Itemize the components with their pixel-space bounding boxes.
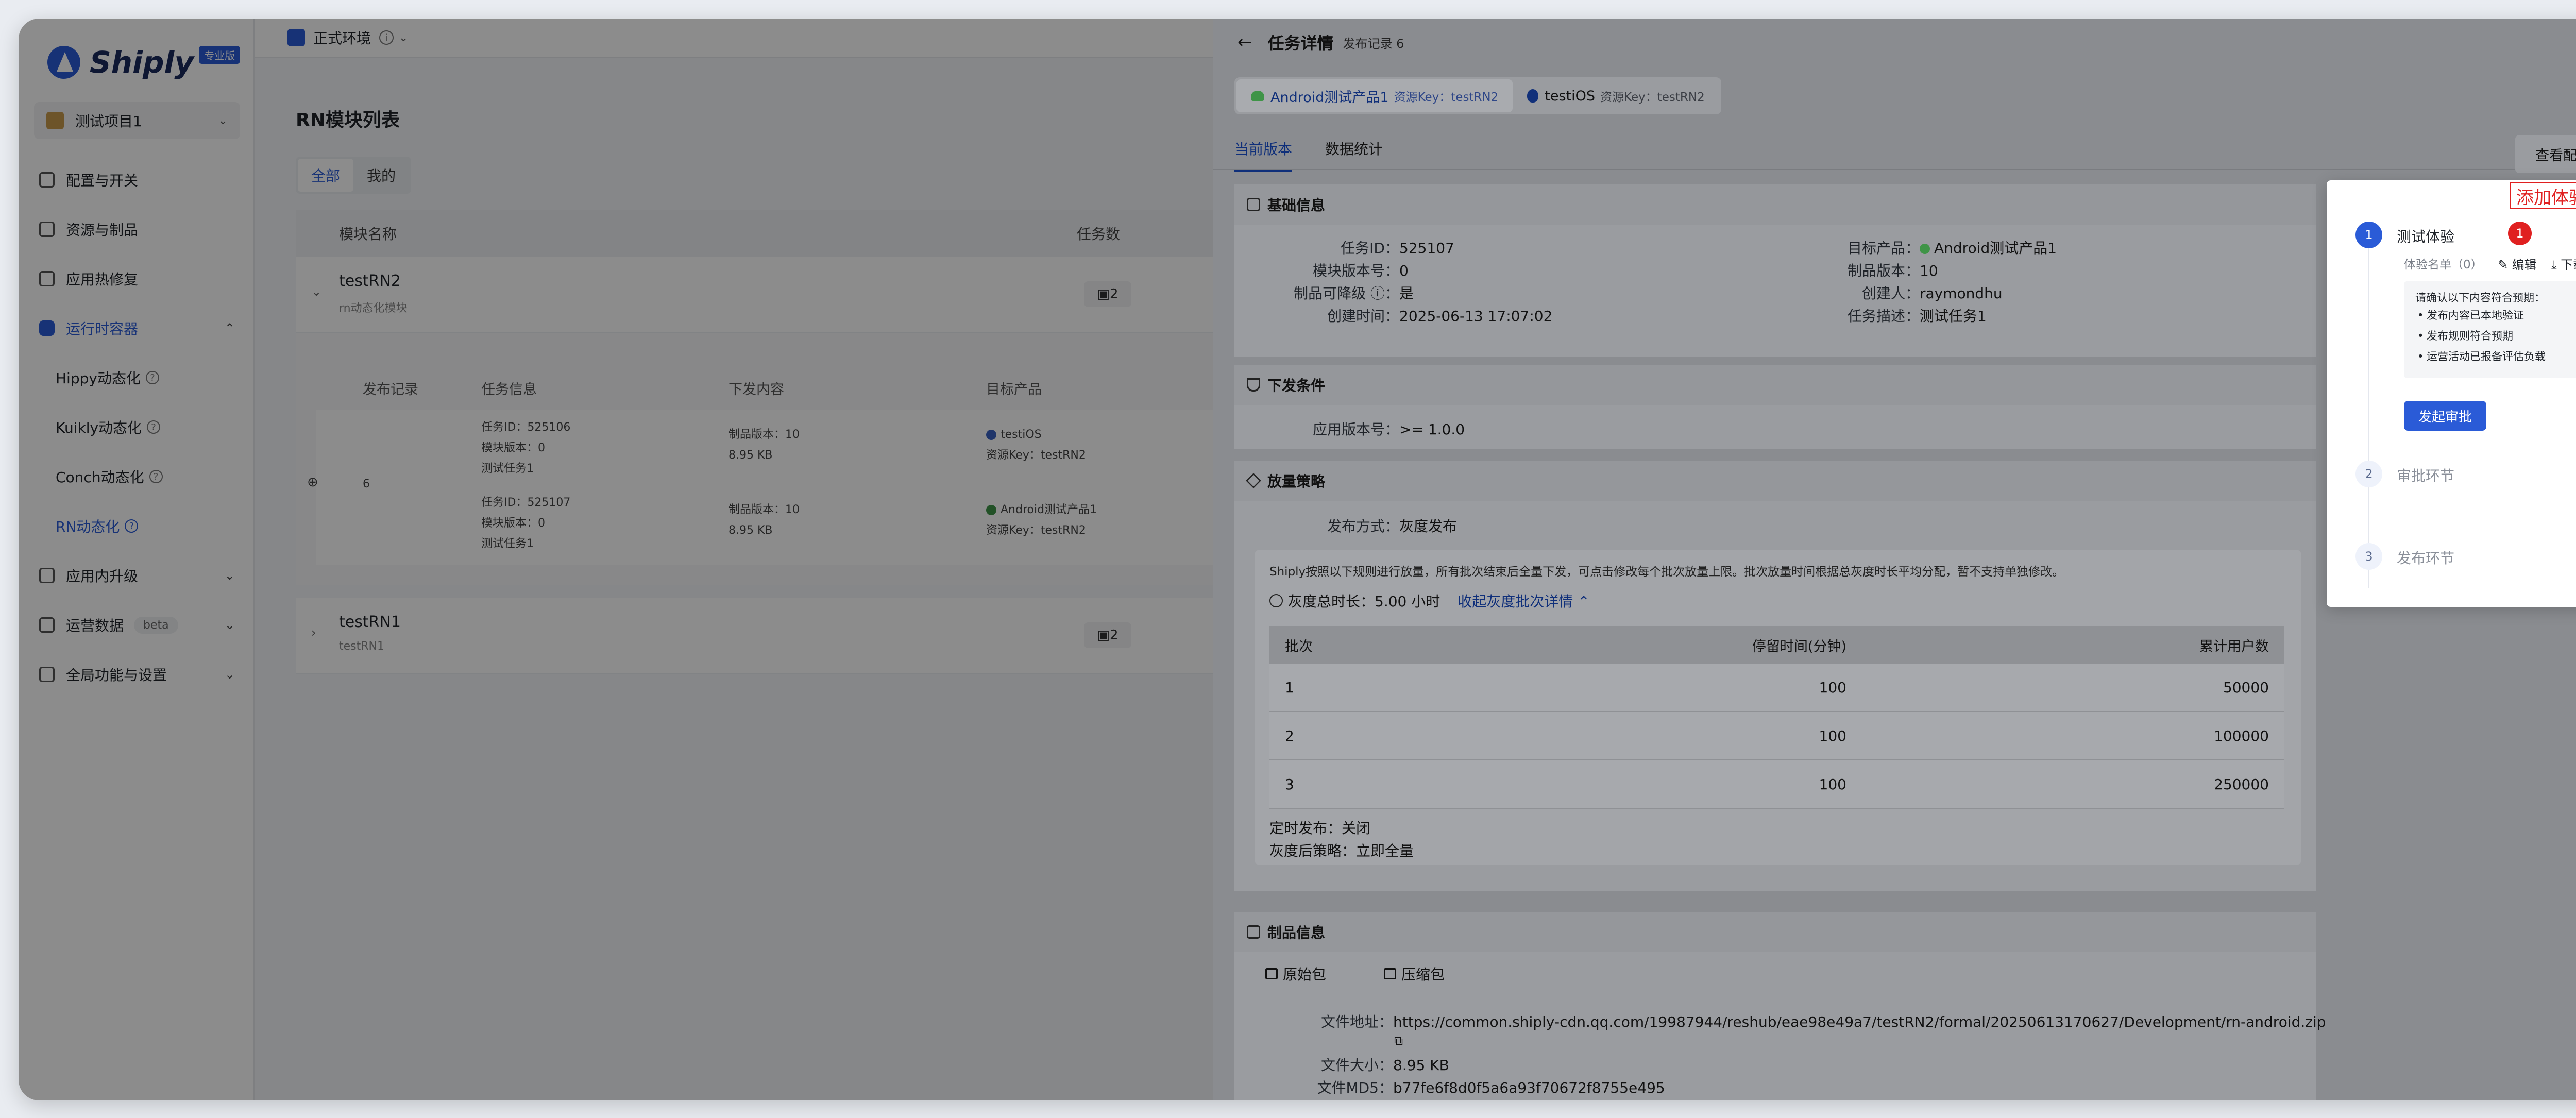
back-arrow-icon[interactable]: ← (1238, 32, 1252, 53)
kv-created-at: 创建时间：2025-06-13 17:07:02 (1327, 308, 1553, 325)
resource-key: 资源Key：testRN2 (1394, 91, 1499, 104)
kv-file-url: 文件地址：https://common.shiply-cdn.qq.com/19… (1320, 1013, 2326, 1030)
edit-button[interactable]: ✎ 编辑 (2498, 255, 2537, 273)
gray-rule-note: Shiply按照以下规则进行放量，所有批次结束后全量下发，可点击修改每个批次放量… (1269, 565, 2064, 579)
android-icon (1920, 244, 1930, 254)
kv-module-version: 模块版本号：0 (1312, 262, 1409, 279)
kv-app-version: 应用版本号：>= 1.0.0 (1312, 421, 1465, 438)
artifact-section: 制品信息 原始包 压缩包 文件地址：https://common.shiply-… (1234, 912, 2326, 1100)
precheck-title: 请确认以下内容符合预期： (2415, 292, 2545, 304)
package-tabs: 原始包 压缩包 (1265, 963, 1502, 984)
batch-table: 批次 停留时间(分钟) 累计用户数 1 100 50000 2 100 1000… (1269, 626, 2284, 809)
divider (1213, 169, 2576, 170)
app-window: Shiply 专业版 测试项目1 ⌄ 配置与开关 资源与制品 应用热修复 运行时… (19, 19, 2576, 1100)
annotation-label: 添加体验名单 (2510, 182, 2576, 209)
overlay-mask[interactable] (19, 19, 1213, 1100)
precheck-list: 请确认以下内容符合预期： 发布内容已本地验证 发布规则符合预期 运营活动已报备评… (2404, 281, 2576, 378)
step-number: 3 (2355, 543, 2382, 570)
clock-icon (1269, 594, 1283, 607)
after-gray-policy: 灰度后策略：立即全量 (1269, 842, 1414, 859)
kv-creator: 创建人：raymondhu (1861, 285, 2003, 302)
gray-rule-box: Shiply按照以下规则进行放量，所有批次结束后全量下发，可点击修改每个批次放量… (1255, 550, 2301, 865)
filter-icon (1247, 378, 1260, 392)
tab-statistics[interactable]: 数据统计 (1325, 138, 1383, 172)
step-release: 3 发布环节 (2355, 543, 2454, 570)
kv-artifact-version: 制品版本：10 (1847, 262, 1938, 279)
section-header: 放量策略 (1234, 461, 2316, 501)
section-header: 下发条件 (1234, 365, 2316, 405)
kv-downgradable: 制品可降级 ⓘ：是 (1294, 285, 1414, 302)
column-header-users: 累计用户数 (2199, 638, 2269, 655)
folder-icon (1265, 968, 1278, 979)
tab-current-version[interactable]: 当前版本 (1234, 138, 1293, 172)
android-icon (1251, 91, 1264, 101)
view-tabs: 当前版本 数据统计 (1234, 138, 1416, 172)
tab-ios-product[interactable]: testiOS 资源Key：testRN2 (1513, 79, 1719, 112)
view-config-button[interactable]: 查看配置信息 (2515, 135, 2576, 173)
strategy-section: 放量策略 发布方式：灰度发布 Shiply按照以下规则进行放量，所有批次结束后全… (1234, 461, 2316, 891)
collapse-batches-link[interactable]: 收起灰度批次详情 ⌃ (1458, 590, 1589, 611)
basic-info-section: 基础信息 任务ID：525107 模块版本号：0 制品可降级 ⓘ：是 创建时间：… (1234, 184, 2316, 357)
resource-key: 资源Key：testRN2 (1600, 91, 1705, 104)
file-icon (1384, 968, 1397, 979)
info-card-icon (1247, 198, 1260, 211)
drawer-header: ← 任务详情 发布记录 6 (1213, 19, 2576, 66)
copy-icon[interactable]: ⧉ (1394, 1034, 1403, 1048)
section-header: 基础信息 (1234, 184, 2316, 225)
section-header: 制品信息 (1234, 912, 2316, 952)
gray-duration: 灰度总时长： 5.00 小时 收起灰度批次详情 ⌃ (1269, 590, 1590, 611)
tab-original-package[interactable]: 原始包 (1265, 963, 1355, 984)
kv-target-product: 目标产品： Android测试产品1 (1847, 240, 2057, 257)
apple-icon (1527, 89, 1539, 103)
column-header-batch: 批次 (1285, 638, 1313, 655)
product-name: testiOS (1545, 88, 1596, 104)
kv-task-desc: 任务描述：测试任务1 (1847, 308, 1987, 325)
step-label: 测试体验 (2397, 228, 2455, 245)
product-name: Android测试产品1 (1270, 89, 1389, 106)
batch-table-header: 批次 停留时间(分钟) 累计用户数 (1269, 626, 2284, 664)
release-flow-panel: 1 测试体验 1 体验名单（0） ✎ 编辑 ⤓ 下载 请确认以下内容符合预期： … (2327, 180, 2576, 607)
warning-icon (1246, 473, 1261, 488)
list-item: 发布规则符合预期 (2415, 326, 2576, 346)
experience-list-label: 体验名单（0） (2404, 258, 2483, 272)
table-row: 3 100 250000 (1269, 760, 2284, 809)
column-header-stay: 停留时间(分钟) (1752, 638, 1846, 655)
kv-task-id: 任务ID：525107 (1341, 240, 1454, 257)
record-label: 发布记录 6 (1343, 36, 1404, 51)
kv-release-method: 发布方式：灰度发布 (1327, 518, 1458, 535)
step-number: 2 (2355, 461, 2382, 487)
annotation-marker: 1 (2508, 222, 2532, 245)
tab-compressed-package[interactable]: 压缩包 (1384, 963, 1473, 984)
kv-file-size: 文件大小：8.95 KB (1320, 1057, 1449, 1074)
step-label: 发布环节 (2397, 550, 2455, 567)
list-item: 运营活动已报备评估负载 (2415, 346, 2576, 367)
condition-section: 下发条件 应用版本号：>= 1.0.0 (1234, 365, 2316, 449)
product-tabs: Android测试产品1 资源Key：testRN2 testiOS 资源Key… (1234, 77, 1721, 114)
step-test-experience: 1 测试体验 (2355, 222, 2454, 248)
file-icon (1247, 925, 1260, 939)
list-item: 发布内容已本地验证 (2415, 305, 2576, 326)
step-number: 1 (2355, 222, 2382, 248)
table-row: 2 100 100000 (1269, 712, 2284, 760)
step-approval: 2 审批环节 (2355, 461, 2454, 487)
timed-release: 定时发布：关闭 (1269, 820, 1371, 837)
step-connector (2368, 248, 2369, 588)
step-label: 审批环节 (2397, 467, 2455, 484)
table-row: 1 100 50000 (1269, 664, 2284, 712)
start-approval-button[interactable]: 发起审批 (2404, 401, 2486, 431)
drawer-title: 任务详情 (1267, 33, 1334, 53)
download-button[interactable]: ⤓ 下载 (2551, 255, 2576, 273)
kv-file-md5: 文件MD5：b77fe6f8d0f5a6a93f70672f8755e495 (1317, 1079, 1665, 1096)
tab-android-product[interactable]: Android测试产品1 资源Key：testRN2 (1236, 79, 1513, 112)
